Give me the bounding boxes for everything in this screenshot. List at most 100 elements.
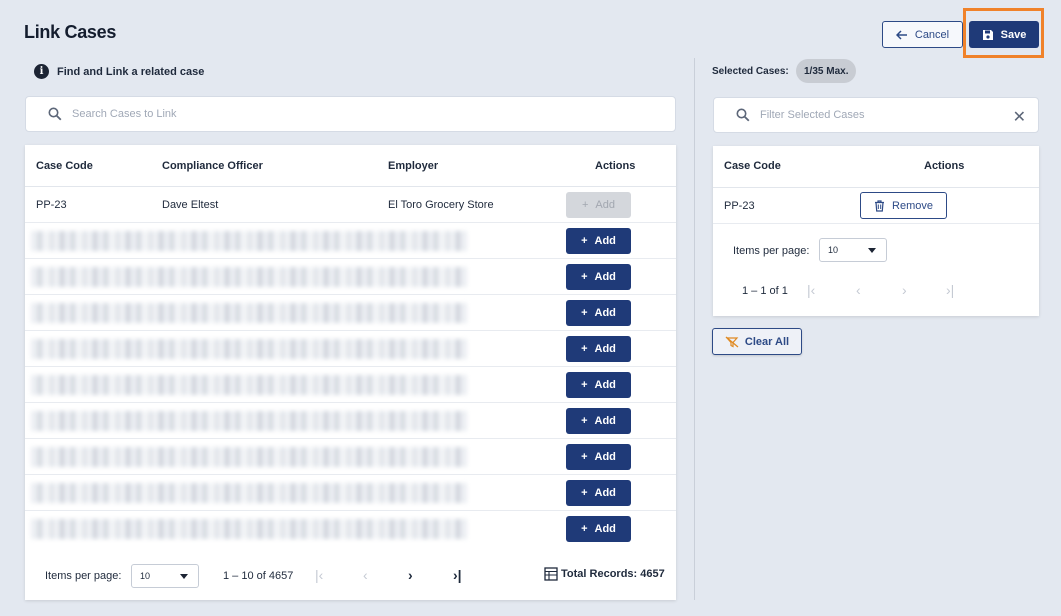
add-button[interactable]: + Add xyxy=(566,264,631,290)
add-label: Add xyxy=(594,307,616,319)
add-button[interactable]: + Add xyxy=(566,516,631,542)
add-label: Add xyxy=(594,415,616,427)
column-header-actions: Actions xyxy=(595,160,636,172)
selected-table-header: Case Code Actions xyxy=(713,146,1039,188)
add-label: Add xyxy=(594,343,616,355)
panel-divider xyxy=(694,58,695,600)
clear-all-button[interactable]: Clear All xyxy=(712,328,802,355)
column-header-employer[interactable]: Employer xyxy=(388,160,438,172)
table-icon xyxy=(544,567,558,581)
page-title: Link Cases xyxy=(24,22,117,42)
page-range-text: 1 – 1 of 1 xyxy=(742,285,788,297)
plus-icon: + xyxy=(581,307,588,319)
add-button[interactable]: + Add xyxy=(566,228,631,254)
add-label: Add xyxy=(595,199,615,211)
items-per-page-select[interactable]: 10 xyxy=(819,238,887,262)
add-button[interactable]: + Add xyxy=(566,444,631,470)
add-button[interactable]: + Add xyxy=(566,480,631,506)
search-cases-box[interactable] xyxy=(25,96,676,132)
plus-icon: + xyxy=(581,343,588,355)
plus-icon: + xyxy=(581,271,588,283)
add-label: Add xyxy=(594,487,616,499)
clear-all-label: Clear All xyxy=(744,335,790,348)
total-records-text: Total Records: 4657 xyxy=(561,568,665,580)
trash-icon xyxy=(875,199,885,212)
cases-table: Case Code Compliance Officer Employer Ac… xyxy=(25,145,676,600)
redacted-row-content xyxy=(31,231,467,251)
remove-button[interactable]: Remove xyxy=(860,192,947,219)
redacted-row-content xyxy=(31,411,467,431)
table-row: + Add xyxy=(25,331,676,367)
filter-selected-box[interactable]: ✕ xyxy=(713,97,1039,133)
remove-label: Remove xyxy=(892,199,933,212)
total-records: Total Records: 4657 xyxy=(544,567,665,581)
employer-cell: El Toro Grocery Store xyxy=(388,199,494,211)
compliance-officer-cell: Dave Eltest xyxy=(162,199,219,211)
items-per-page-select[interactable]: 10 xyxy=(131,564,199,588)
redacted-row-content xyxy=(31,447,467,467)
cases-paginator: Items per page: 10 1 – 10 of 4657 |‹ ‹ ›… xyxy=(25,553,676,600)
table-row: + Add xyxy=(25,439,676,475)
redacted-row-content xyxy=(31,267,467,287)
items-per-page-label: Items per page: xyxy=(733,245,810,257)
last-page-icon[interactable]: ›| xyxy=(946,282,954,298)
add-label: Add xyxy=(594,523,616,535)
add-button[interactable]: + Add xyxy=(566,408,631,434)
info-text: Find and Link a related case xyxy=(57,65,205,78)
column-header-compliance-officer[interactable]: Compliance Officer xyxy=(162,160,263,172)
redacted-row-content xyxy=(31,339,467,359)
redacted-row-content xyxy=(31,375,467,395)
page-range-text: 1 – 10 of 4657 xyxy=(223,570,294,582)
table-row: + Add xyxy=(25,367,676,403)
search-icon xyxy=(736,108,750,122)
search-icon xyxy=(48,107,62,121)
add-label: Add xyxy=(594,235,616,247)
first-page-icon[interactable]: |‹ xyxy=(315,567,323,583)
add-label: Add xyxy=(594,379,616,391)
search-cases-input[interactable] xyxy=(72,108,472,120)
add-button[interactable]: + Add xyxy=(566,372,631,398)
plus-icon: + xyxy=(581,379,588,391)
plus-icon: + xyxy=(581,235,588,247)
cancel-label: Cancel xyxy=(914,28,950,41)
first-page-icon[interactable]: |‹ xyxy=(807,282,815,298)
plus-icon: + xyxy=(581,451,588,463)
next-page-icon[interactable]: › xyxy=(408,567,413,583)
add-button[interactable]: + Add xyxy=(566,300,631,326)
selected-count-badge: 1/35 Max. xyxy=(796,59,857,83)
column-header-case-code[interactable]: Case Code xyxy=(36,160,93,172)
table-row: + Add xyxy=(25,259,676,295)
items-per-page-value: 10 xyxy=(140,571,151,581)
column-header-case-code[interactable]: Case Code xyxy=(724,160,781,172)
add-label: Add xyxy=(594,451,616,463)
table-row: + Add xyxy=(25,403,676,439)
case-code-cell: PP-23 xyxy=(36,199,67,211)
arrow-left-icon xyxy=(895,29,907,40)
cancel-button[interactable]: Cancel xyxy=(882,21,963,48)
previous-page-icon[interactable]: ‹ xyxy=(856,282,861,298)
info-icon: i xyxy=(34,64,49,79)
redacted-row-content xyxy=(31,519,467,539)
add-button[interactable]: + Add xyxy=(566,336,631,362)
filter-selected-input[interactable] xyxy=(760,109,990,121)
items-per-page-value: 10 xyxy=(828,245,839,255)
caret-down-icon xyxy=(868,247,876,253)
plus-icon: + xyxy=(581,523,588,535)
add-button-disabled: + Add xyxy=(566,192,631,218)
table-row: + Add xyxy=(25,475,676,511)
selected-cases-label: Selected Cases: xyxy=(712,66,789,77)
save-highlight-box xyxy=(963,8,1044,58)
selected-cases-table: Case Code Actions PP-23 Remove Items per… xyxy=(713,146,1039,316)
redacted-row-content xyxy=(31,483,467,503)
cases-table-header: Case Code Compliance Officer Employer Ac… xyxy=(25,145,676,187)
items-per-page-label: Items per page: xyxy=(45,570,122,582)
column-header-actions: Actions xyxy=(924,160,965,172)
table-row: + Add xyxy=(25,511,676,547)
info-line: i Find and Link a related case xyxy=(34,64,204,79)
previous-page-icon[interactable]: ‹ xyxy=(363,567,368,583)
close-icon[interactable]: ✕ xyxy=(1013,107,1026,127)
table-row: + Add xyxy=(25,295,676,331)
case-code-cell: PP-23 xyxy=(724,200,755,212)
last-page-icon[interactable]: ›| xyxy=(453,567,462,583)
next-page-icon[interactable]: › xyxy=(902,282,907,298)
